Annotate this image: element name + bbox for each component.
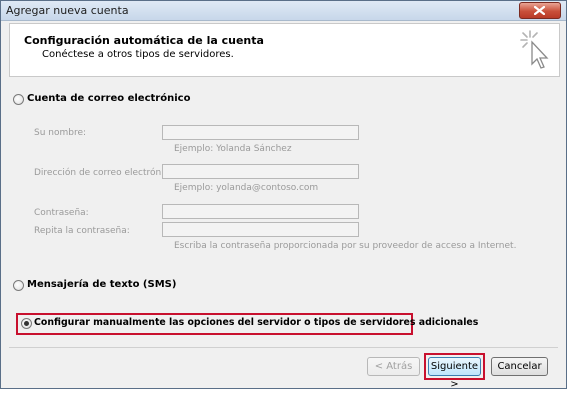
name-label: Su nombre: xyxy=(34,128,87,138)
next-button[interactable]: Siguiente > xyxy=(428,357,481,390)
password-input[interactable] xyxy=(162,204,359,219)
close-button[interactable] xyxy=(519,2,561,19)
header-subtitle: Conéctese a otros tipos de servidores. xyxy=(42,49,234,60)
password-label: Contraseña: xyxy=(34,208,89,218)
email-account-label[interactable]: Cuenta de correo electrónico xyxy=(27,93,190,104)
wizard-cursor-icon xyxy=(520,30,549,69)
password-hint: Escriba la contraseña proporcionada por … xyxy=(174,241,517,251)
name-hint: Ejemplo: Yolanda Sánchez xyxy=(174,144,292,154)
repeat-password-label: Repita la contraseña: xyxy=(34,226,130,236)
email-address-input[interactable] xyxy=(162,164,359,179)
sms-radio[interactable] xyxy=(13,280,24,291)
email-account-radio[interactable] xyxy=(13,94,24,105)
back-button[interactable]: < Atrás xyxy=(367,357,420,376)
wizard-header: Configuración automática de la cuenta Co… xyxy=(9,23,560,77)
close-icon xyxy=(534,6,545,15)
cancel-button[interactable]: Cancelar xyxy=(491,357,548,376)
email-address-hint: Ejemplo: yolanda@contoso.com xyxy=(174,183,319,193)
sms-label[interactable]: Mensajería de texto (SMS) xyxy=(27,279,176,290)
email-address-label: Dirección de correo electrónico: xyxy=(34,168,178,178)
dialog-window: Agregar nueva cuenta Configuración autom… xyxy=(0,0,567,390)
name-input[interactable] xyxy=(162,125,359,140)
header-title: Configuración automática de la cuenta xyxy=(24,34,264,47)
window-title: Agregar nueva cuenta xyxy=(6,4,129,17)
repeat-password-input[interactable] xyxy=(162,222,359,237)
manual-config-radio[interactable] xyxy=(21,318,32,329)
title-bar: Agregar nueva cuenta xyxy=(1,1,566,21)
footer-divider xyxy=(9,347,558,348)
manual-config-label[interactable]: Configurar manualmente las opciones del … xyxy=(34,317,478,328)
